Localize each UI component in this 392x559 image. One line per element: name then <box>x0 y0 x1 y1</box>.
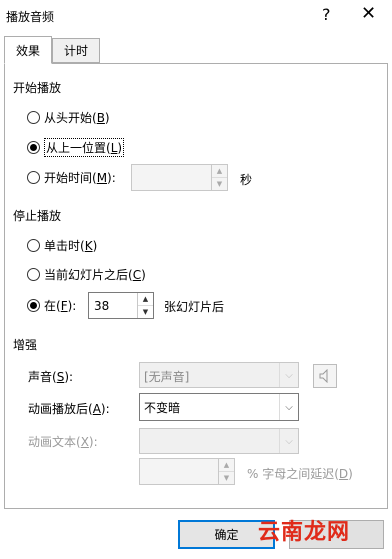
animate-text-label: 动画文本(X): <box>28 435 98 449</box>
letter-delay-stepper[interactable]: ▲ ▼ <box>139 458 235 485</box>
radio-circle[interactable] <box>27 141 40 154</box>
radio-label: 单击时(K) <box>44 239 98 253</box>
after-slides-value[interactable]: 38 <box>94 299 109 313</box>
radio-from-beginning[interactable]: 从头开始(B) <box>27 109 110 126</box>
window-title: 播放音频 <box>6 10 55 24</box>
radio-label: 从头开始(B) <box>44 111 110 125</box>
radio-circle[interactable] <box>27 239 40 252</box>
radio-label: 在(F): <box>44 299 77 313</box>
letter-delay-label: % 字母之间延迟(D) <box>247 467 353 481</box>
radio-circle[interactable] <box>27 299 40 312</box>
radio-label: 当前幻灯片之后(C) <box>44 268 146 282</box>
chevron-down-icon[interactable]: ⌵ <box>279 394 298 420</box>
sound-label: 声音(S): <box>28 370 74 384</box>
radio-after-slides[interactable]: 在(F): <box>27 297 76 314</box>
radio-label: 开始时间(M): <box>44 171 116 185</box>
radio-circle[interactable] <box>27 111 40 124</box>
after-slides-label: 张幻灯片后 <box>164 300 225 314</box>
radio-from-last-position[interactable]: 从上一位置(L) <box>27 138 125 157</box>
after-animation-label: 动画播放后(A): <box>28 402 110 416</box>
spin-up-icon[interactable]: ▲ <box>212 165 227 178</box>
tab-timing[interactable]: 计时 <box>52 38 100 63</box>
chevron-down-icon[interactable]: ⌵ <box>279 429 298 453</box>
radio-circle[interactable] <box>27 171 40 184</box>
chevron-down-icon[interactable]: ⌵ <box>279 363 298 387</box>
speaker-icon[interactable] <box>313 364 337 388</box>
after-animation-value: 不变暗 <box>144 401 181 415</box>
spin-up-icon[interactable]: ▲ <box>138 293 153 306</box>
spin-up-icon[interactable]: ▲ <box>219 459 234 472</box>
radio-on-click[interactable]: 单击时(K) <box>27 237 97 254</box>
animate-text-select[interactable]: ⌵ <box>139 428 299 454</box>
radio-after-current-slide[interactable]: 当前幻灯片之后(C) <box>27 266 146 283</box>
sound-select[interactable]: [无声音] ⌵ <box>139 362 299 388</box>
watermark-logo: 云南龙网 <box>258 514 350 546</box>
watermark-text: 云南龙网 <box>258 520 351 545</box>
tab-effect-label: 效果 <box>15 43 40 58</box>
tab-effect[interactable]: 效果 <box>4 36 52 64</box>
spin-down-icon[interactable]: ▼ <box>212 178 227 191</box>
sound-value: [无声音] <box>144 370 190 384</box>
start-group-title: 开始播放 <box>13 81 62 95</box>
spin-down-icon[interactable]: ▼ <box>138 306 153 319</box>
help-icon[interactable]: ? <box>322 5 331 24</box>
enhance-group-title: 增强 <box>13 338 38 352</box>
spin-down-icon[interactable]: ▼ <box>219 472 234 485</box>
ok-button-label: 确定 <box>214 528 239 542</box>
tab-timing-label: 计时 <box>63 44 88 58</box>
close-icon[interactable]: ✕ <box>361 3 376 24</box>
stop-group-title: 停止播放 <box>13 209 62 223</box>
radio-circle[interactable] <box>27 268 40 281</box>
start-time-stepper[interactable]: ▲ ▼ <box>131 164 228 191</box>
after-animation-select[interactable]: 不变暗 ⌵ <box>139 393 299 421</box>
after-slides-stepper[interactable]: 38 ▲ ▼ <box>88 292 154 319</box>
radio-start-time[interactable]: 开始时间(M): <box>27 169 116 186</box>
title-bar: 播放音频 ? ✕ <box>0 0 392 30</box>
radio-label: 从上一位置(L) <box>44 138 125 157</box>
seconds-label: 秒 <box>240 173 253 187</box>
